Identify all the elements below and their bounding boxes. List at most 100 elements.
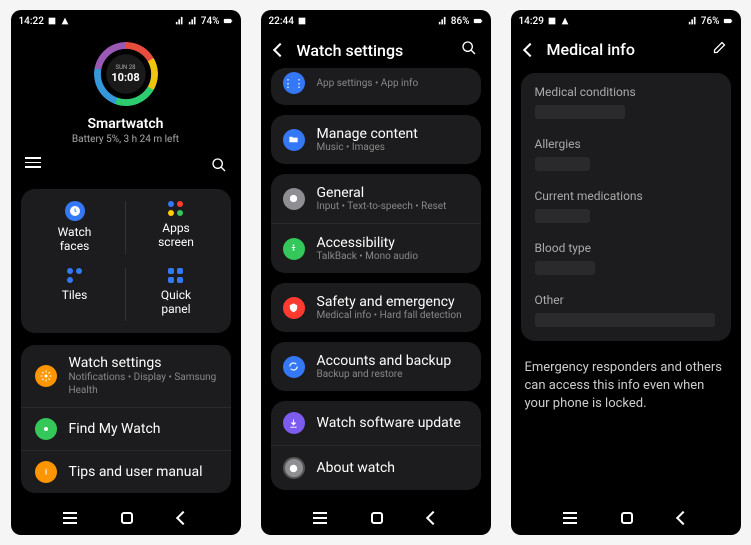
- row-safety-emergency[interactable]: Safety and emergency Medical info • Hard…: [271, 283, 481, 332]
- row-subtitle: TalkBack • Mono audio: [317, 251, 469, 262]
- field-allergies[interactable]: Allergies: [521, 129, 731, 181]
- grid-label: Tiles: [25, 288, 125, 302]
- screen-medical-info: 14:29 76% Medical info Medical condition…: [511, 10, 741, 535]
- row-software-update[interactable]: Watch software update: [271, 401, 481, 446]
- nav-recent[interactable]: [63, 517, 77, 519]
- grid-quick-panel[interactable]: Quick panel: [126, 268, 227, 321]
- emergency-icon: [283, 297, 305, 319]
- update-icon: [283, 412, 305, 434]
- field-label: Current medications: [535, 189, 717, 203]
- statusbar: 14:29 76%: [511, 10, 741, 32]
- field-blood-type[interactable]: Blood type: [521, 233, 731, 285]
- row-title: Accounts and backup: [317, 353, 469, 369]
- toolbar: [11, 151, 241, 183]
- location-icon: [35, 418, 57, 440]
- menu-icon[interactable]: [25, 157, 41, 177]
- settings-scroll[interactable]: ⋮⋮ App settings • App info Manage conten…: [261, 68, 491, 501]
- settings-group: Watch software update About watch: [271, 401, 481, 490]
- battery-icon: [223, 16, 233, 26]
- status-battery: 76%: [701, 16, 720, 27]
- row-apps-partial[interactable]: ⋮⋮ App settings • App info: [271, 68, 481, 105]
- page-title: Watch settings: [297, 41, 449, 60]
- nav-back[interactable]: [426, 511, 440, 525]
- redacted-value: [535, 157, 590, 171]
- nav-home[interactable]: [121, 512, 133, 524]
- row-subtitle: Backup and restore: [317, 369, 469, 380]
- signal-icon: [188, 16, 198, 26]
- grid-apps-screen[interactable]: Apps screen: [126, 201, 227, 254]
- back-icon[interactable]: [272, 43, 286, 57]
- back-icon[interactable]: [522, 42, 536, 56]
- grid-label: Apps screen: [126, 221, 227, 250]
- statusbar: 14:22 74%: [11, 10, 241, 32]
- grid-watch-faces[interactable]: Watch faces: [25, 201, 126, 254]
- status-battery: 74%: [201, 16, 220, 27]
- apps-icon: [168, 201, 184, 217]
- header: Medical info: [511, 32, 741, 67]
- settings-group: Safety and emergency Medical info • Hard…: [271, 283, 481, 332]
- row-title: Tips and user manual: [69, 464, 217, 480]
- settings-group: Accounts and backup Backup and restore: [271, 342, 481, 391]
- row-accounts-backup[interactable]: Accounts and backup Backup and restore: [271, 342, 481, 391]
- nav-back[interactable]: [676, 511, 690, 525]
- watch-face-preview[interactable]: SUN 28 10:08: [92, 40, 160, 108]
- status-time: 14:29: [519, 16, 544, 27]
- nav-recent[interactable]: [563, 517, 577, 519]
- status-time: 22:44: [269, 16, 294, 27]
- header: Watch settings: [261, 32, 491, 68]
- row-title: Safety and emergency: [317, 294, 469, 310]
- screen-watch-settings: 22:44 86% Watch settings ⋮⋮ App settings…: [261, 10, 491, 535]
- folder-icon: [283, 129, 305, 151]
- lock-screen-note: Emergency responders and others can acce…: [511, 347, 741, 426]
- tiles-icon: [67, 268, 83, 284]
- row-watch-settings[interactable]: Watch settings Notifications • Display •…: [21, 345, 231, 408]
- info-icon: [283, 457, 305, 479]
- field-medical-conditions[interactable]: Medical conditions: [521, 77, 731, 129]
- grid-tiles[interactable]: Tiles: [25, 268, 126, 321]
- settings-list: Watch settings Notifications • Display •…: [21, 345, 231, 493]
- status-icon: [60, 16, 70, 26]
- row-tips-manual[interactable]: i Tips and user manual: [21, 451, 231, 493]
- info-icon: i: [35, 461, 57, 483]
- quick-panel-icon: [168, 268, 184, 284]
- status-icon: [47, 16, 57, 26]
- row-find-my-watch[interactable]: Find My Watch: [21, 408, 231, 451]
- clock-icon: [65, 201, 85, 221]
- nav-home[interactable]: [621, 512, 633, 524]
- field-other[interactable]: Other: [521, 285, 731, 337]
- row-title: About watch: [317, 460, 469, 476]
- signal-icon: [438, 16, 448, 26]
- nav-back[interactable]: [176, 511, 190, 525]
- row-title: Watch settings: [69, 355, 217, 371]
- status-icon: [547, 16, 557, 26]
- row-accessibility[interactable]: Accessibility TalkBack • Mono audio: [271, 224, 481, 273]
- row-title: Manage content: [317, 126, 469, 142]
- gear-icon: [283, 188, 305, 210]
- quick-grid: Watch faces Apps screen Tiles: [21, 189, 231, 333]
- row-title: Watch software update: [317, 415, 469, 431]
- field-label: Medical conditions: [535, 85, 717, 99]
- redacted-value: [535, 105, 625, 119]
- row-subtitle: Input • Text-to-speech • Reset: [317, 201, 469, 212]
- nav-home[interactable]: [371, 512, 383, 524]
- search-icon[interactable]: [211, 157, 227, 177]
- row-manage-content[interactable]: Manage content Music • Images: [271, 115, 481, 164]
- page-title: Medical info: [547, 40, 700, 59]
- row-general[interactable]: General Input • Text-to-speech • Reset: [271, 174, 481, 224]
- watch-face-day: SUN 28: [116, 64, 136, 71]
- nav-recent[interactable]: [313, 517, 327, 519]
- redacted-value: [535, 261, 595, 275]
- row-about-watch[interactable]: About watch: [271, 446, 481, 490]
- statusbar: 22:44 86%: [261, 10, 491, 32]
- field-label: Allergies: [535, 137, 717, 151]
- search-icon[interactable]: [461, 40, 477, 60]
- navbar: [261, 501, 491, 535]
- redacted-value: [535, 209, 590, 223]
- apps-icon: ⋮⋮: [283, 72, 305, 94]
- field-current-medications[interactable]: Current medications: [521, 181, 731, 233]
- settings-group: General Input • Text-to-speech • Reset A…: [271, 174, 481, 273]
- grid-label: Watch faces: [25, 225, 125, 254]
- watch-name: Smartwatch: [11, 116, 241, 132]
- edit-icon[interactable]: [712, 40, 727, 59]
- settings-group: Manage content Music • Images: [271, 115, 481, 164]
